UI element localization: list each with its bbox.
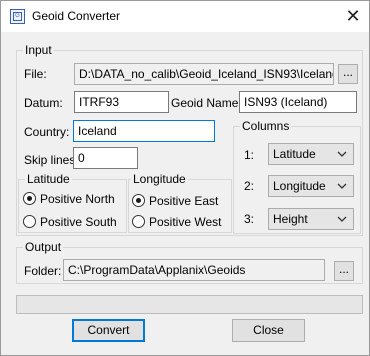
- title-bar: G Geoid Converter ✕: [1, 1, 369, 32]
- folder-path-field[interactable]: C:\ProgramData\Applanix\Geoids: [63, 259, 325, 281]
- folder-label: Folder:: [24, 264, 62, 278]
- radio-positive-west-label: Positive West: [149, 215, 222, 229]
- radio-positive-south-label: Positive South: [40, 215, 117, 229]
- chevron-down-icon: [337, 183, 347, 189]
- column-1-label: 1:: [244, 148, 255, 162]
- column-1-select[interactable]: Latitude: [268, 143, 354, 165]
- datum-label: Datum:: [24, 96, 63, 110]
- folder-browse-button[interactable]: ...: [334, 261, 354, 281]
- column-3-label: 3:: [244, 212, 255, 226]
- column-1-value: Latitude: [273, 147, 316, 161]
- column-2-label: 2:: [244, 179, 255, 193]
- column-2-value: Longitude: [273, 179, 326, 193]
- file-label: File:: [24, 67, 47, 81]
- skip-lines-label: Skip lines:: [24, 153, 79, 167]
- country-field[interactable]: Iceland: [73, 120, 215, 142]
- output-group-legend: Output: [23, 240, 64, 254]
- geoid-app-icon: G: [10, 9, 25, 24]
- datum-field[interactable]: ITRF93: [74, 91, 169, 113]
- geoid-converter-dialog: G Geoid Converter ✕ Input File: D:\DATA_…: [0, 0, 370, 356]
- column-2-select[interactable]: Longitude: [268, 175, 354, 197]
- country-label: Country:: [24, 125, 70, 139]
- convert-button[interactable]: Convert: [72, 319, 145, 342]
- geoid-name-field[interactable]: ISN93 (Iceland): [239, 91, 357, 113]
- columns-group-legend: Columns: [240, 119, 292, 133]
- file-browse-button[interactable]: ...: [338, 64, 358, 84]
- latitude-group-legend: Latitude: [25, 172, 72, 186]
- file-path-field[interactable]: D:\DATA_no_calib\Geoid_Iceland_ISN93\Ice…: [74, 63, 334, 85]
- chevron-down-icon: [337, 216, 347, 222]
- radio-positive-north-label: Positive North: [40, 192, 115, 206]
- geoid-name-label: Geoid Name:: [171, 96, 242, 110]
- radio-positive-north-indicator: [23, 192, 36, 205]
- column-3-value: Height: [273, 212, 308, 226]
- close-button[interactable]: Close: [232, 319, 305, 342]
- radio-positive-west-indicator: [132, 215, 145, 228]
- longitude-group-legend: Longitude: [131, 172, 188, 186]
- radio-positive-south-indicator: [23, 215, 36, 228]
- chevron-down-icon: [337, 151, 347, 157]
- window-title: Geoid Converter: [32, 9, 121, 23]
- column-3-select[interactable]: Height: [268, 208, 354, 230]
- conversion-progress-bar: [16, 295, 363, 314]
- close-window-button[interactable]: ✕: [341, 4, 365, 28]
- input-group-legend: Input: [23, 43, 54, 57]
- radio-positive-east-indicator: [132, 194, 145, 207]
- skip-lines-field[interactable]: 0: [73, 147, 138, 169]
- radio-positive-east-label: Positive East: [149, 194, 219, 208]
